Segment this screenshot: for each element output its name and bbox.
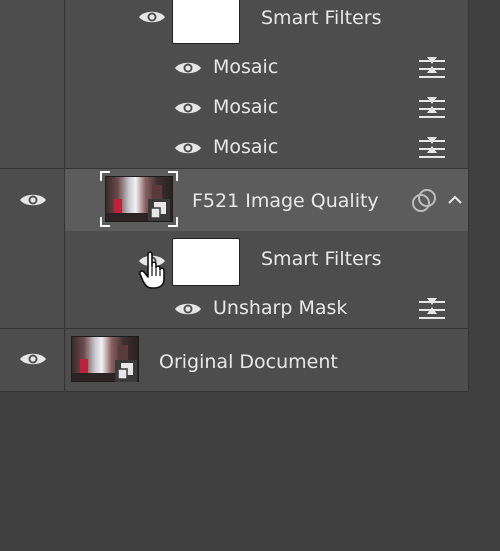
smart-filter-mask-thumbnail[interactable] — [172, 0, 240, 44]
f521-filters-eye-column — [0, 231, 64, 328]
filter-label-mosaic-3[interactable]: Mosaic — [213, 135, 278, 159]
smart-filter-mask-thumbnail[interactable] — [172, 238, 240, 286]
filter-options-icon[interactable] — [418, 137, 446, 161]
eye-icon[interactable] — [174, 99, 202, 117]
smart-filters-label[interactable]: Smart Filters — [261, 247, 381, 271]
layer-name-original-document[interactable]: Original Document — [159, 350, 338, 374]
layer-name-f521[interactable]: F521 Image Quality — [192, 189, 379, 213]
eye-icon[interactable] — [138, 8, 166, 26]
smart-object-icon — [148, 199, 170, 221]
chevron-up-icon[interactable] — [445, 190, 465, 210]
smart-filters-label[interactable]: Smart Filters — [261, 6, 381, 30]
filter-label-mosaic-1[interactable]: Mosaic — [213, 55, 278, 79]
eye-icon[interactable] — [174, 139, 202, 157]
top-group-eye-column — [0, 0, 64, 168]
layer-thumbnail[interactable] — [71, 336, 139, 382]
linked-circles-icon[interactable] — [410, 188, 438, 214]
eye-icon[interactable] — [19, 191, 47, 209]
filter-label-mosaic-2[interactable]: Mosaic — [213, 95, 278, 119]
filter-options-icon[interactable] — [418, 57, 446, 81]
eye-icon[interactable] — [174, 300, 202, 318]
filter-options-icon[interactable] — [418, 97, 446, 121]
eye-icon[interactable] — [19, 350, 47, 368]
filter-label-unsharp-mask[interactable]: Unsharp Mask — [213, 296, 347, 320]
filter-options-icon[interactable] — [418, 298, 446, 322]
eye-icon[interactable] — [174, 59, 202, 77]
hand-pointer-icon — [138, 250, 172, 290]
smart-object-icon — [115, 360, 137, 382]
layers-panel: Smart Filters Mosaic Mosaic Mosaic F521 … — [0, 0, 500, 551]
layer-thumbnail[interactable] — [100, 171, 178, 227]
